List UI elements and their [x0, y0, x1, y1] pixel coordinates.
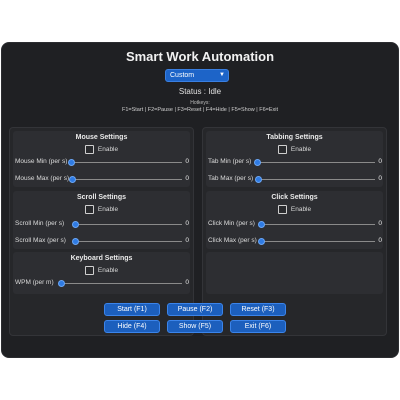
keyboard-enable-label: Enable — [97, 267, 119, 274]
click-min-value: 0 — [378, 220, 382, 227]
mode-dropdown[interactable]: Custom ▼ — [165, 69, 229, 82]
wpm-label: WPM (per m) — [15, 279, 54, 286]
click-max-slider[interactable] — [262, 240, 375, 242]
pause-button[interactable]: Pause (F2) — [167, 303, 223, 316]
mouse-min-slider-handle[interactable] — [68, 158, 75, 166]
mouse-max-value: 0 — [185, 175, 189, 182]
scroll-max-slider[interactable] — [76, 240, 182, 242]
click-settings-title: Click Settings — [271, 194, 318, 201]
click-enable-checkbox[interactable] — [277, 205, 287, 214]
tabbing-enable-label: Enable — [290, 146, 312, 153]
click-min-slider[interactable] — [262, 223, 375, 225]
wpm-slider-handle[interactable] — [58, 279, 65, 287]
scroll-settings-title: Scroll Settings — [76, 194, 126, 201]
tab-max-value: 0 — [378, 175, 382, 182]
scroll-enable-checkbox[interactable] — [84, 205, 94, 214]
tab-max-label: Tab Max (per s) — [208, 175, 254, 182]
show-button[interactable]: Show (F5) — [167, 320, 223, 333]
hotkeys-title: Hotkeys: — [190, 100, 210, 106]
scroll-max-label: Scroll Max (per s) — [15, 237, 66, 244]
reset-button[interactable]: Reset (F3) — [230, 303, 286, 316]
tab-min-value: 0 — [378, 158, 382, 165]
mouse-max-slider-handle[interactable] — [69, 175, 76, 183]
keyboard-enable-toggle[interactable]: Enable — [13, 266, 190, 275]
scroll-min-slider[interactable] — [76, 223, 182, 225]
tabbing-enable-checkbox[interactable] — [277, 145, 287, 154]
click-min-row: Click Min (per s) 0 — [203, 219, 388, 229]
scroll-min-value: 0 — [185, 220, 189, 227]
mouse-min-label: Mouse Min (per s) — [15, 158, 68, 165]
click-enable-toggle[interactable]: Enable — [206, 205, 383, 214]
tab-min-slider-handle[interactable] — [254, 158, 261, 166]
tab-min-label: Tab Min (per s) — [208, 158, 252, 165]
click-min-slider-handle[interactable] — [258, 220, 265, 228]
mouse-max-row: Mouse Max (per s) 0 — [10, 174, 195, 184]
mode-dropdown-value: Custom — [170, 72, 195, 79]
tab-max-slider[interactable] — [259, 178, 375, 180]
exit-button[interactable]: Exit (F6) — [230, 320, 286, 333]
tabbing-settings-title: Tabbing Settings — [266, 134, 323, 141]
click-max-row: Click Max (per s) 0 — [203, 236, 388, 246]
scroll-max-row: Scroll Max (per s) 0 — [10, 236, 195, 246]
mouse-min-row: Mouse Min (per s) 0 — [10, 157, 195, 167]
scroll-min-slider-handle[interactable] — [72, 220, 79, 228]
tab-min-slider[interactable] — [258, 161, 375, 163]
keyboard-enable-checkbox[interactable] — [84, 266, 94, 275]
wpm-row: WPM (per m) 0 — [10, 278, 195, 288]
right-empty-section — [206, 252, 383, 294]
scroll-min-row: Scroll Min (per s) 0 — [10, 219, 195, 229]
click-max-value: 0 — [378, 237, 382, 244]
hotkeys-line: F1=Start | F2=Pause | F3=Reset | F4=Hide… — [121, 107, 279, 113]
mouse-max-label: Mouse Max (per s) — [15, 175, 70, 182]
scroll-max-value: 0 — [185, 237, 189, 244]
mouse-enable-toggle[interactable]: Enable — [13, 145, 190, 154]
mouse-settings-title: Mouse Settings — [75, 134, 128, 141]
click-max-slider-handle[interactable] — [258, 237, 265, 245]
mouse-min-value: 0 — [185, 158, 189, 165]
mouse-enable-label: Enable — [97, 146, 119, 153]
scroll-max-slider-handle[interactable] — [72, 237, 79, 245]
click-min-label: Click Min (per s) — [208, 220, 255, 227]
mouse-min-slider[interactable] — [72, 161, 182, 163]
wpm-value: 0 — [185, 279, 189, 286]
click-enable-label: Enable — [290, 206, 312, 213]
tab-min-row: Tab Min (per s) 0 — [203, 157, 388, 167]
tab-max-row: Tab Max (per s) 0 — [203, 174, 388, 184]
wpm-slider[interactable] — [62, 282, 182, 284]
main-window: Smart Work Automation Custom ▼ Status : … — [1, 42, 399, 358]
chevron-down-icon: ▼ — [219, 72, 225, 78]
scroll-min-label: Scroll Min (per s) — [15, 220, 65, 227]
start-button[interactable]: Start (F1) — [104, 303, 160, 316]
hide-button[interactable]: Hide (F4) — [104, 320, 160, 333]
click-max-label: Click Max (per s) — [208, 237, 257, 244]
scroll-enable-label: Enable — [97, 206, 119, 213]
app-title: Smart Work Automation — [125, 49, 275, 64]
keyboard-settings-title: Keyboard Settings — [70, 255, 133, 262]
status-text: Status : Idle — [178, 87, 222, 96]
tab-max-slider-handle[interactable] — [255, 175, 262, 183]
scroll-enable-toggle[interactable]: Enable — [13, 205, 190, 214]
mouse-enable-checkbox[interactable] — [84, 145, 94, 154]
mouse-max-slider[interactable] — [73, 178, 182, 180]
tabbing-enable-toggle[interactable]: Enable — [206, 145, 383, 154]
